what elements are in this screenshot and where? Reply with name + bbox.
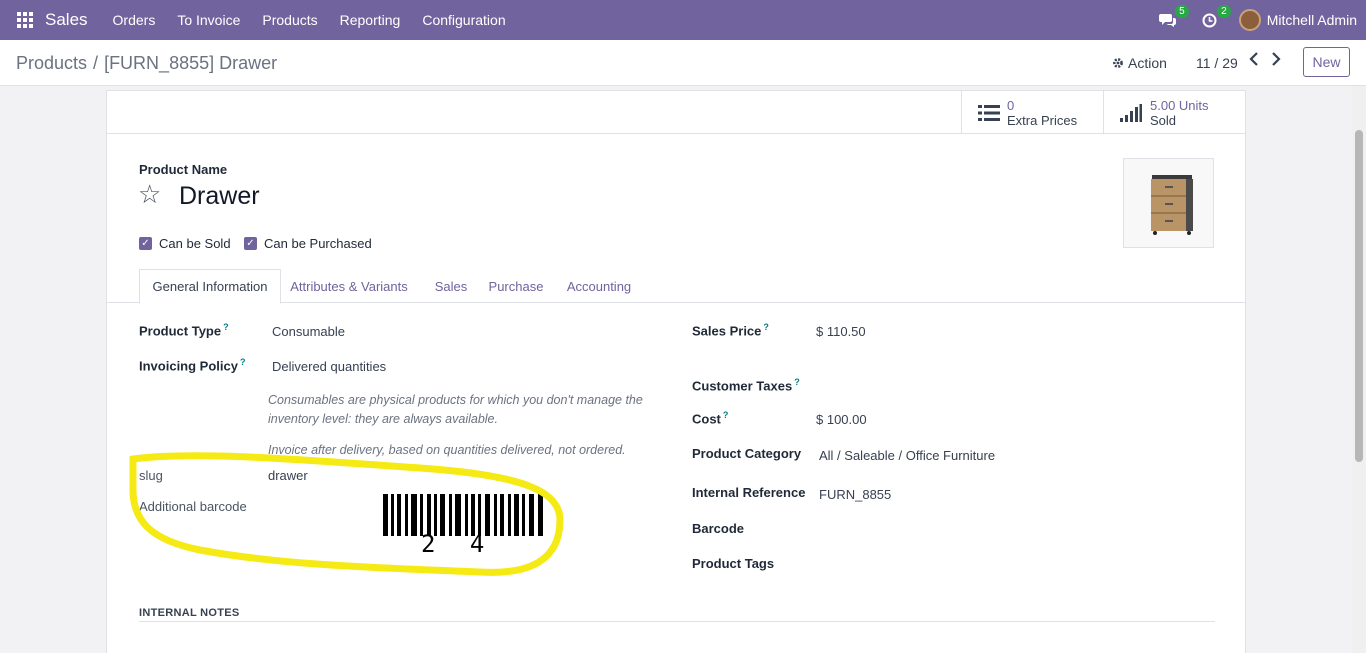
divider (139, 621, 1215, 622)
user-avatar[interactable] (1238, 9, 1261, 31)
units-sold-label: Sold (1150, 112, 1177, 128)
product-image[interactable] (1123, 158, 1214, 248)
smart-buttons-row: 0 Extra Prices 5.00 Units Sold (107, 91, 1245, 134)
extra-prices-value: 0 (1007, 97, 1015, 113)
units-sold-value: 5.00 Units (1150, 97, 1209, 113)
barcode-label: Barcode (692, 521, 745, 536)
form-tabs: General Information Attributes & Variant… (107, 269, 1245, 304)
product-tags-label: Product Tags (692, 556, 775, 571)
internal-notes-title: INTERNAL NOTES (139, 607, 240, 619)
clock-icon (1202, 13, 1217, 27)
breadcrumb-separator: / (93, 53, 99, 73)
tab-attributes-variants[interactable]: Attributes & Variants (283, 269, 415, 303)
consumable-help-text: Consumables are physical products for wh… (268, 393, 643, 426)
scrollbar-thumb[interactable] (1355, 130, 1363, 462)
breadcrumb-current: [FURN_8855] Drawer (104, 53, 278, 73)
activities-count-badge: 2 (1217, 5, 1231, 18)
internal-reference-label: Internal Reference (692, 485, 806, 500)
units-sold-button[interactable]: 5.00 Units Sold (1103, 91, 1245, 134)
pager-next-button[interactable] (1271, 52, 1281, 71)
slug-label: slug (139, 468, 163, 483)
sales-price-field[interactable]: $ 110.50 (816, 324, 866, 339)
app-name[interactable]: Sales (45, 10, 88, 30)
help-tooltip-icon[interactable]: ? (794, 377, 800, 387)
checkmark-icon: ✓ (244, 237, 257, 250)
control-panel: Products / [FURN_8855] Drawer Action 11 / … (0, 40, 1366, 86)
activities-button[interactable]: 2 (1197, 5, 1231, 33)
cost-label: Cost? (692, 410, 729, 427)
action-button[interactable]: Action (1112, 55, 1167, 71)
page-scrollbar[interactable] (1352, 86, 1366, 653)
product-category-field[interactable]: All / Saleable / Office Furniture (819, 448, 995, 463)
internal-reference-field[interactable]: FURN_8855 (819, 487, 891, 502)
customer-taxes-label: Customer Taxes? (692, 377, 800, 394)
extra-prices-label: Extra Prices (1007, 112, 1078, 128)
invoice-help-text: Invoice after delivery, based on quantit… (268, 443, 626, 457)
breadcrumb-products-link[interactable]: Products (16, 53, 87, 73)
help-tooltip-icon[interactable]: ? (240, 357, 246, 367)
product-type-field[interactable]: Consumable (272, 324, 345, 339)
favorite-star-icon[interactable]: ☆ (138, 179, 161, 210)
list-icon (978, 104, 1000, 121)
help-tooltip-icon[interactable]: ? (723, 410, 729, 420)
drawer-cabinet-image (1151, 175, 1193, 235)
slug-field[interactable]: drawer (268, 468, 308, 483)
menu-orders[interactable]: Orders (102, 12, 167, 28)
apps-menu-icon[interactable] (17, 12, 33, 28)
additional-barcode-label: Additional barcode (139, 499, 247, 514)
chat-icon (1159, 13, 1177, 27)
menu-to-invoice[interactable]: To Invoice (166, 12, 251, 28)
help-tooltip-icon[interactable]: ? (223, 322, 229, 332)
menu-products[interactable]: Products (251, 12, 328, 28)
new-button[interactable]: New (1303, 47, 1350, 77)
cost-field[interactable]: $ 100.00 (816, 412, 867, 427)
user-name[interactable]: Mitchell Admin (1267, 12, 1357, 28)
signal-bars-icon (1120, 103, 1142, 122)
form-sheet: 0 Extra Prices 5.00 Units Sold Product N… (106, 90, 1246, 653)
tab-sales[interactable]: Sales (425, 269, 477, 303)
extra-prices-button[interactable]: 0 Extra Prices (961, 91, 1103, 134)
sales-price-label: Sales Price? (692, 322, 769, 339)
messages-count-badge: 5 (1175, 5, 1189, 18)
can-be-purchased-checkbox[interactable]: ✓ Can be Purchased (244, 236, 372, 251)
tab-purchase[interactable]: Purchase (482, 269, 550, 303)
can-be-sold-label: Can be Sold (159, 236, 231, 251)
product-type-label: Product Type? (139, 322, 229, 339)
help-tooltip-icon[interactable]: ? (763, 322, 769, 332)
tab-general-information[interactable]: General Information (139, 269, 281, 304)
product-category-label: Product Category (692, 446, 802, 461)
breadcrumb: Products / [FURN_8855] Drawer (16, 53, 277, 74)
checkmark-icon: ✓ (139, 237, 152, 250)
chevron-right-icon (1272, 52, 1281, 66)
gear-icon (1113, 58, 1123, 68)
invoicing-policy-field[interactable]: Delivered quantities (272, 359, 386, 374)
action-label: Action (1128, 55, 1167, 71)
chevron-left-icon (1249, 52, 1258, 66)
barcode-image: 2 4 (383, 494, 546, 558)
invoicing-policy-label: Invoicing Policy? (139, 357, 246, 374)
pager-value[interactable]: 11 / 29 (1196, 55, 1238, 71)
product-name-label: Product Name (139, 162, 228, 177)
menu-reporting[interactable]: Reporting (329, 12, 412, 28)
can-be-sold-checkbox[interactable]: ✓ Can be Sold (139, 236, 231, 251)
can-be-purchased-label: Can be Purchased (264, 236, 372, 251)
barcode-text: 2 4 (421, 530, 495, 558)
top-navbar: Sales Orders To Invoice Products Reporti… (0, 0, 1366, 40)
tab-accounting[interactable]: Accounting (559, 269, 639, 303)
messages-button[interactable]: 5 (1155, 5, 1189, 33)
pager-previous-button[interactable] (1249, 52, 1259, 71)
product-name-field[interactable]: Drawer (179, 182, 260, 211)
menu-configuration[interactable]: Configuration (411, 12, 516, 28)
